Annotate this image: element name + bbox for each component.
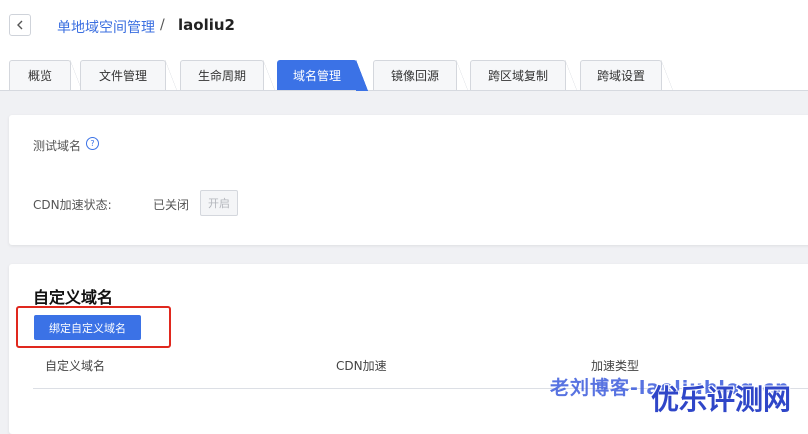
bind-custom-domain-button[interactable]: 绑定自定义域名: [34, 315, 141, 340]
column-header-custom-domain: 自定义域名: [45, 359, 106, 373]
test-domain-label: 测试域名: [33, 139, 82, 153]
tab-lifecycle[interactable]: 生命周期: [180, 60, 275, 91]
top-bar: 单地域空间管理 / laoliu2: [0, 0, 808, 56]
breadcrumb-current: laoliu2: [178, 16, 235, 34]
chevron-left-icon: [17, 20, 23, 30]
tab-cross-region-replication[interactable]: 跨区域复制: [470, 60, 577, 91]
back-button[interactable]: [9, 14, 31, 36]
tab-bar: 概览 文件管理 生命周期 域名管理 镜像回源 跨区域复制 跨域设置: [0, 56, 808, 91]
tab-file-management[interactable]: 文件管理: [80, 60, 177, 91]
breadcrumb-parent-link[interactable]: 单地域空间管理: [57, 17, 155, 37]
custom-domain-title: 自定义域名: [33, 288, 114, 307]
tab-domain-management[interactable]: 域名管理: [277, 60, 368, 91]
enable-cdn-button[interactable]: 开启: [200, 190, 238, 216]
tab-cors-settings[interactable]: 跨域设置: [580, 60, 673, 91]
tab-overview[interactable]: 概览: [9, 60, 82, 91]
breadcrumb-separator: /: [160, 17, 165, 33]
column-header-cdn: CDN加速: [336, 359, 387, 373]
cdn-status-label: CDN加速状态:: [33, 198, 112, 212]
question-circle-icon[interactable]: ?: [86, 137, 99, 150]
cdn-status-value: 已关闭: [153, 198, 190, 212]
watermark-site: 优乐评测网: [651, 383, 792, 416]
tab-mirror-origin[interactable]: 镜像回源: [373, 60, 468, 91]
column-header-acceleration-type: 加速类型: [591, 359, 640, 373]
test-domain-card: 测试域名 ? CDN加速状态: 已关闭 开启: [9, 115, 808, 245]
